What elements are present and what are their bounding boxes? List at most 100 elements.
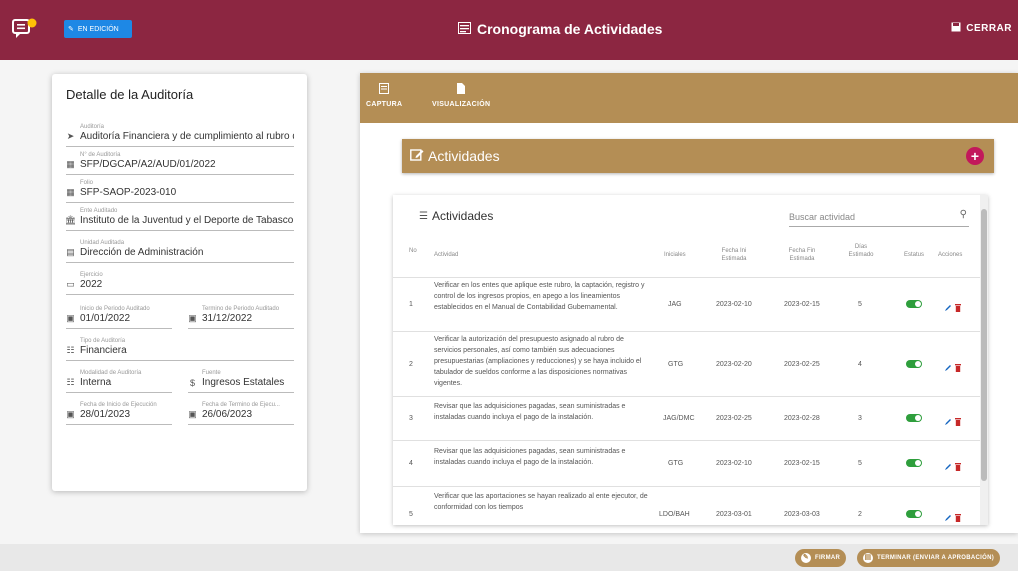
list-icon: ☷ [66, 377, 75, 387]
tab-label: VISUALIZACIÓN [432, 101, 491, 108]
row-initials: LDO/BAH [659, 511, 690, 518]
field-value: Dirección de Administración [80, 247, 204, 258]
tab-visualizacion[interactable]: VISUALIZACIÓN [432, 83, 490, 108]
delete-icon[interactable] [955, 359, 961, 377]
edit-note-icon [379, 83, 390, 96]
delete-icon[interactable] [955, 509, 961, 525]
calendar-list-icon [458, 21, 471, 37]
column-header[interactable]: Estatus [904, 251, 924, 259]
row-initials: GTG [668, 460, 684, 467]
search-input[interactable] [789, 208, 939, 226]
field-label: Fecha de Termino de Ejecu... [202, 402, 280, 408]
column-header[interactable]: Actividad [434, 251, 458, 259]
field-value: 28/01/2023 [80, 409, 131, 420]
arrow-right-icon: ➤ [66, 131, 75, 141]
grid-icon: ▦ [66, 159, 75, 169]
calendar-icon: ▣ [66, 409, 75, 419]
row-activity: Verificar que las aportaciones se hayan … [434, 493, 648, 511]
row-number: 4 [409, 460, 413, 467]
field-label: Fuente [202, 370, 221, 376]
row-actions [944, 359, 961, 377]
file-view-icon [456, 83, 466, 96]
row-start-date: 2023-02-20 [716, 361, 752, 368]
field-value: SFP-SAOP-2023-010 [80, 187, 177, 198]
status-toggle[interactable] [906, 510, 922, 518]
column-header[interactable]: Iniciales [664, 251, 686, 259]
chat-app-icon[interactable] [12, 18, 38, 40]
row-activity: Revisar que las adquisiciones pagadas, s… [434, 448, 626, 466]
field-label: Termino de Periodo Auditado [202, 306, 280, 312]
list-numbered-icon: ☰ [419, 210, 428, 222]
field-value: Ingresos Estatales [202, 377, 285, 388]
edit-icon[interactable] [944, 299, 951, 317]
column-header[interactable]: Días Estimado [848, 243, 874, 259]
scrollbar-thumb[interactable] [981, 209, 987, 481]
field-fuente: Fuente $ Ingresos Estatales [188, 370, 294, 393]
row-number: 1 [409, 301, 413, 308]
table-row: 3 Revisar que las adquisiciones pagadas,… [393, 396, 981, 440]
field-unidad-auditada: Unidad Auditada ▤ Dirección de Administra… [66, 240, 294, 263]
delete-icon[interactable] [955, 458, 961, 476]
field-label: Fecha de Inicio de Ejecución [80, 402, 157, 408]
field-value: 31/12/2022 [202, 313, 253, 324]
field-inicio-periodo: Inicio de Periodo Auditado ▣ 01/01/2022 [66, 306, 172, 329]
search-box: ⚲ [789, 207, 969, 227]
status-toggle[interactable] [906, 414, 922, 422]
calendar-icon: ▣ [188, 313, 197, 323]
row-initials: JAG/DMC [663, 415, 695, 422]
save-icon [951, 22, 961, 35]
column-header[interactable]: No [409, 247, 417, 255]
status-toggle[interactable] [906, 459, 922, 467]
row-number: 3 [409, 415, 413, 422]
row-days: 5 [858, 460, 862, 467]
status-toggle[interactable] [906, 360, 922, 368]
field-auditoria: Auditoría ➤ Auditoría Financiera y de cum… [66, 124, 294, 147]
field-label: Auditoría [80, 124, 105, 130]
field-value: Auditoría Financiera y de cumplimiento a… [80, 131, 294, 142]
search-icon[interactable]: ⚲ [960, 209, 967, 220]
tab-captura[interactable]: CAPTURA [366, 83, 402, 108]
add-activity-button[interactable]: + [966, 147, 984, 165]
column-header[interactable]: Fecha Fin Estimada [784, 247, 820, 263]
sign-button[interactable]: ✎ FIRMAR [795, 549, 847, 567]
row-start-date: 2023-02-10 [716, 301, 752, 308]
table-scrollbar[interactable] [980, 195, 988, 525]
row-end-date: 2023-02-25 [784, 361, 820, 368]
edit-icon[interactable] [944, 509, 951, 525]
row-days: 2 [858, 511, 862, 518]
delete-icon[interactable] [955, 299, 961, 317]
delete-icon[interactable] [955, 413, 961, 431]
close-button[interactable]: CERRAR [951, 22, 1012, 35]
edit-icon: ✎ [68, 26, 74, 33]
close-label: CERRAR [966, 23, 1012, 34]
finish-button-label: TERMINAR (ENVIAR A APROBACIÓN) [877, 555, 994, 561]
page-title-text: Cronograma de Actividades [477, 21, 663, 37]
detail-title: Detalle de la Auditoría [66, 87, 194, 102]
row-number: 5 [409, 511, 413, 518]
column-header[interactable]: Acciones [938, 251, 962, 259]
edit-icon[interactable] [944, 458, 951, 476]
row-activity: Verificar en los entes que aplique este … [434, 282, 645, 311]
edit-icon[interactable] [944, 413, 951, 431]
field-value: 2022 [80, 279, 103, 290]
row-start-date: 2023-03-01 [716, 511, 752, 518]
calendar-icon: ▭ [66, 279, 75, 289]
status-toggle[interactable] [906, 300, 922, 308]
row-initials: JAG [668, 301, 682, 308]
row-end-date: 2023-02-28 [784, 415, 820, 422]
edit-icon[interactable] [944, 359, 951, 377]
row-end-date: 2023-02-15 [784, 301, 820, 308]
table-row: 4 Revisar que las adquisiciones pagadas,… [393, 440, 981, 486]
row-end-date: 2023-02-15 [784, 460, 820, 467]
activities-header-label: Actividades [428, 148, 500, 164]
row-initials: GTG [668, 361, 684, 368]
activities-header-title: Actividades [410, 148, 500, 164]
footer-bar: ✎ FIRMAR ▤ TERMINAR (ENVIAR A APROBACIÓN… [0, 544, 1018, 571]
field-tipo-auditoria: Tipo de Auditoría ☷ Financiera [66, 338, 294, 361]
top-bar: ✎ EN EDICIÓN Cronograma de Actividades C… [0, 0, 1018, 60]
row-activity: Revisar que las adquisiciones pagadas, s… [434, 403, 626, 421]
activities-table-card: ☰ Actividades ⚲ No Actividad Iniciales F… [393, 195, 988, 525]
sign-button-label: FIRMAR [815, 555, 841, 561]
column-header[interactable]: Fecha Ini Estimada [716, 247, 752, 263]
finish-send-approval-button[interactable]: ▤ TERMINAR (ENVIAR A APROBACIÓN) [857, 549, 1000, 567]
